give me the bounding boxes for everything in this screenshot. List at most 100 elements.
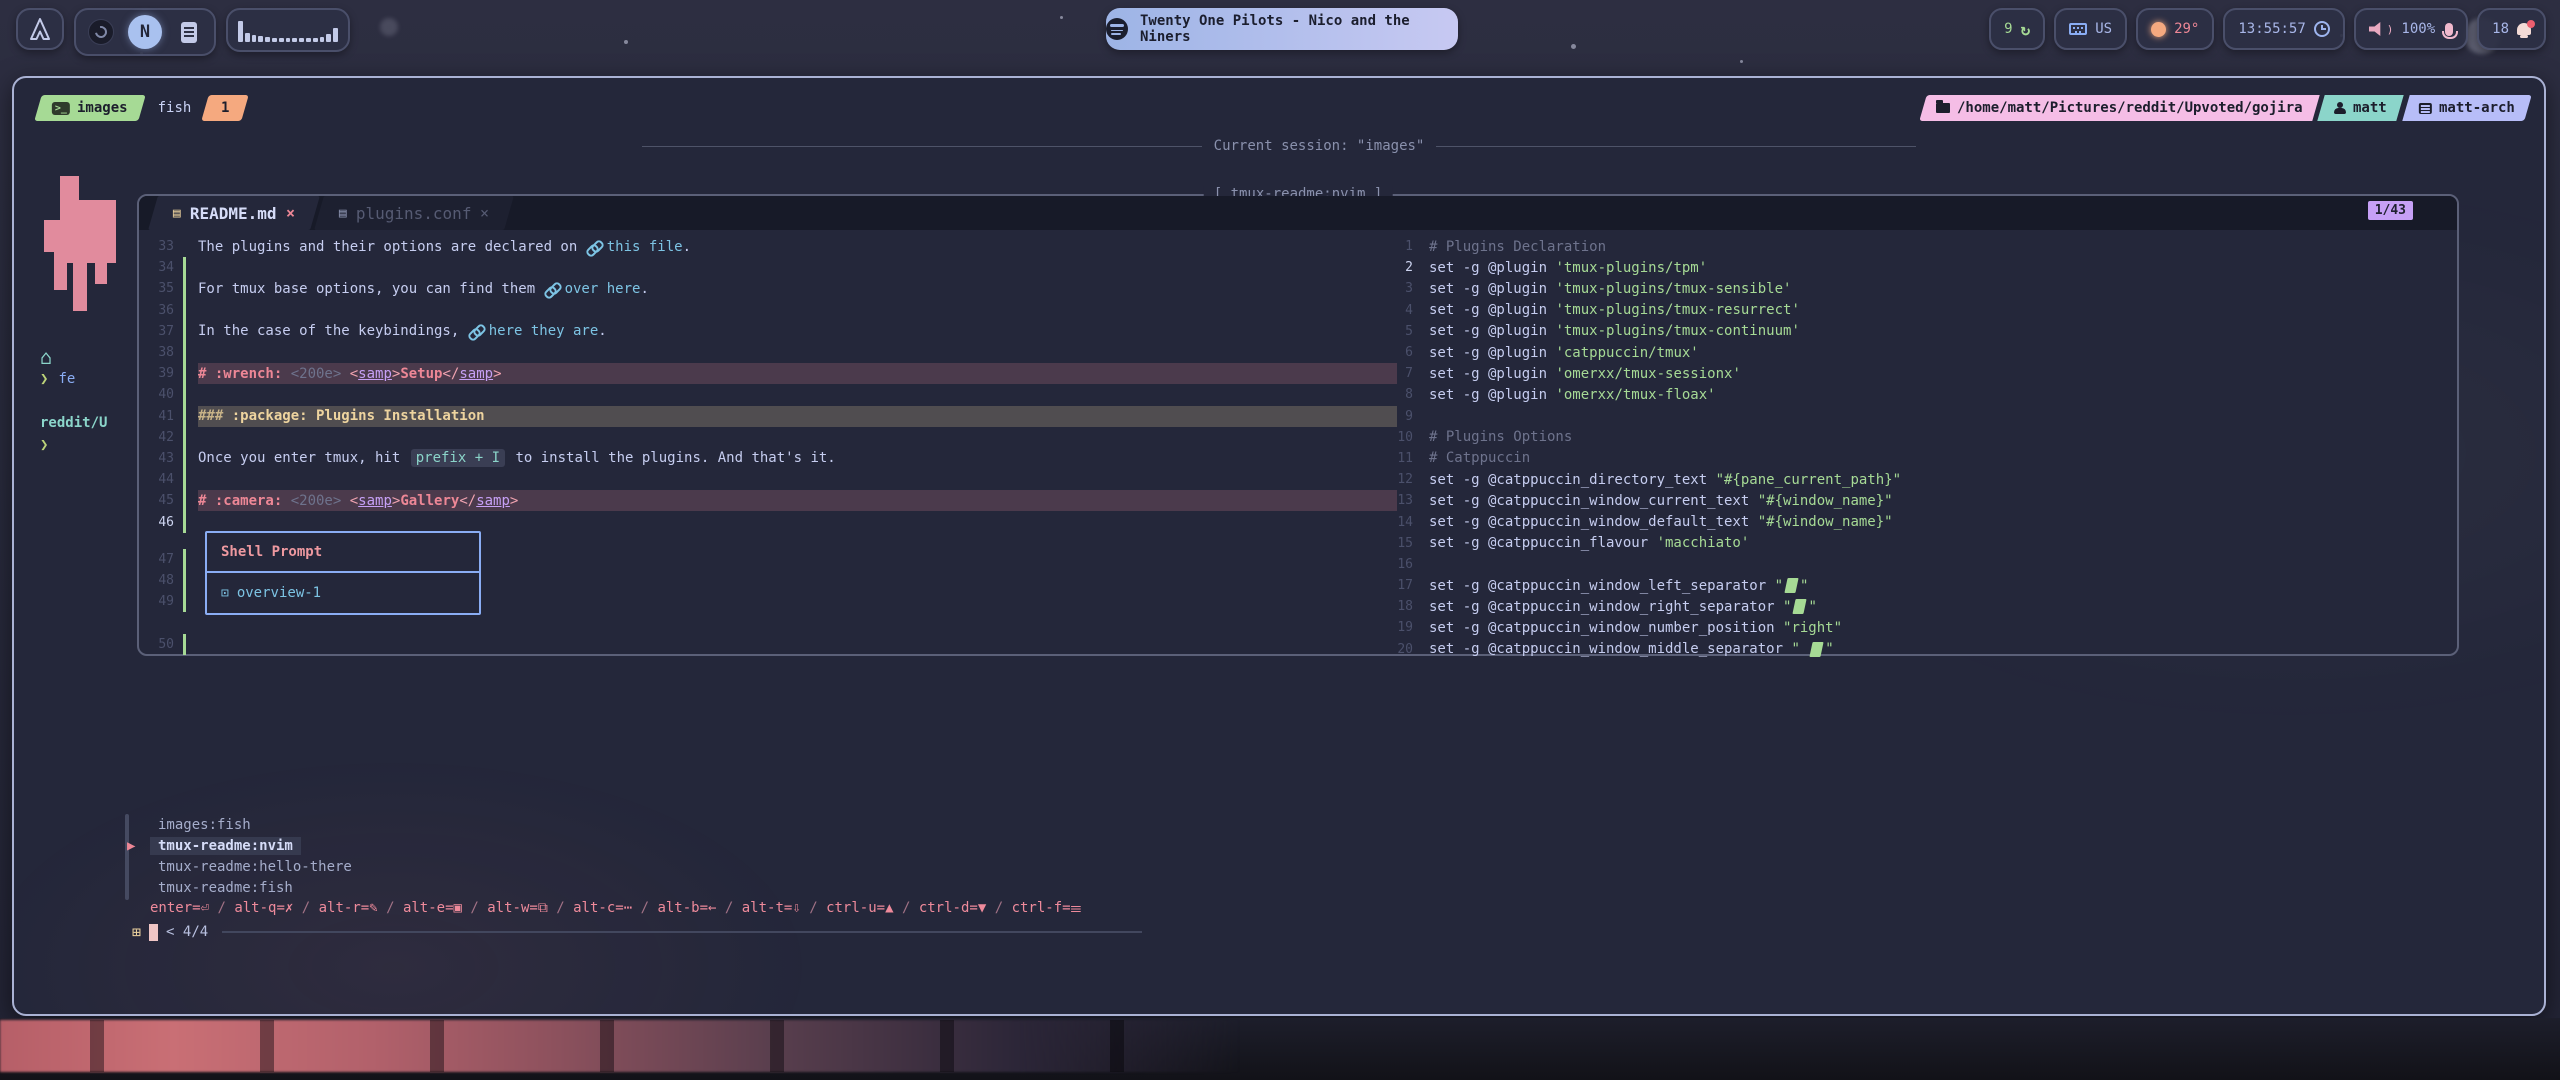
close-icon[interactable]: ×: [480, 204, 489, 222]
session-item[interactable]: ▶images:fish: [127, 814, 360, 835]
tmux-host-segment: matt-arch: [2402, 95, 2531, 121]
text-segment: set -g @plugin: [1429, 323, 1555, 339]
keybind-hint: alt-t=: [742, 900, 793, 916]
markdown-link[interactable]: here they are: [489, 323, 599, 339]
line-text: set -g @catppuccin_window_middle_separat…: [1429, 639, 2441, 660]
editor-line: 18set -g @catppuccin_window_right_separa…: [1381, 596, 2441, 617]
neovim-icon[interactable]: N: [128, 15, 162, 49]
line-number: 16: [1381, 557, 1429, 572]
git-sign: [183, 363, 186, 384]
prompt-chevron: ❯: [40, 437, 48, 453]
line-number: 1: [1381, 239, 1429, 254]
star: [1740, 60, 1743, 63]
keyboard-layout-widget[interactable]: US: [2054, 8, 2127, 50]
git-sign: [183, 406, 186, 427]
table-cell: ⊡ overview-1: [207, 573, 479, 613]
updates-count: 9: [2004, 21, 2012, 37]
tab-readme[interactable]: ▤ README.md ×: [148, 196, 319, 230]
line-text: set -g @plugin 'tmux-plugins/tpm': [1429, 257, 2441, 278]
tmux-window-index[interactable]: 1: [202, 95, 250, 121]
separator-glyph: [1784, 578, 1798, 593]
keybind-action-icon: ⇩: [792, 900, 800, 916]
text-segment: # Plugins Options: [1429, 429, 1572, 445]
shell-prompt-area[interactable]: ⌂ ❯fe reddit/U ❯: [40, 346, 107, 456]
keybind-hint: ctrl-u=: [826, 900, 885, 916]
pixel-art-sprite: [44, 176, 120, 316]
launcher-button[interactable]: [16, 8, 64, 50]
keybind-separator: /: [801, 900, 826, 916]
microphone-icon: [2445, 23, 2453, 36]
line-number: 33: [141, 239, 183, 254]
visualizer-bar: [320, 37, 325, 42]
text-segment: samp: [459, 366, 493, 382]
keybind-separator: /: [293, 900, 318, 916]
text-segment: ": [1800, 578, 1808, 594]
text-segment: # Plugins Declaration: [1429, 239, 1606, 255]
markdown-link[interactable]: this file: [607, 239, 683, 255]
line-number: 35: [141, 281, 183, 296]
document-icon[interactable]: [176, 19, 202, 45]
tab-plugins-conf[interactable]: ▤ plugins.conf ×: [314, 196, 514, 230]
line-number: 38: [141, 345, 183, 360]
line-number: 41: [141, 409, 183, 424]
browser-icon[interactable]: [88, 19, 114, 45]
line-text: [198, 511, 1397, 532]
arch-logo-icon: [28, 18, 52, 40]
line-text: # :camera: <200e> <samp>Gallery</samp>: [198, 490, 1397, 511]
home-icon: ⌂: [40, 346, 107, 368]
text-segment: .: [640, 281, 648, 297]
git-sign: [183, 570, 186, 591]
session-item[interactable]: ▶tmux-readme:hello-there: [127, 856, 360, 877]
star: [1571, 44, 1576, 49]
star: [1060, 16, 1063, 19]
git-sign: [183, 236, 186, 257]
line-text: [1429, 406, 2441, 427]
line-text: set -g @catppuccin_window_left_separator…: [1429, 575, 2441, 596]
text-segment: samp: [358, 366, 392, 382]
git-sign: [183, 469, 186, 490]
line-text: # Plugins Declaration: [1429, 236, 2441, 257]
keybind-action-icon: ✎: [369, 900, 377, 916]
text-segment: <200e>: [291, 493, 350, 509]
now-playing-widget[interactable]: Twenty One Pilots - Nico and the Niners: [1106, 8, 1458, 50]
text-segment: 'tmux-plugins/tmux-resurrect': [1555, 302, 1799, 318]
clock-time: 13:55:57: [2238, 21, 2305, 37]
editor-line: 12set -g @catppuccin_directory_text "#{p…: [1381, 469, 2441, 490]
clock-widget[interactable]: 13:55:57: [2223, 8, 2344, 50]
line-number: 10: [1381, 430, 1429, 445]
line-number: 47: [141, 552, 183, 567]
picker-input-line[interactable]: ⊞ < 4/4: [132, 923, 1142, 941]
editor-line: 19set -g @catppuccin_window_number_posit…: [1381, 617, 2441, 638]
weather-widget[interactable]: 29°: [2136, 8, 2214, 50]
audio-widget[interactable]: ) 100%: [2354, 8, 2468, 50]
line-text: set -g @plugin 'omerxx/tmux-floax': [1429, 384, 2441, 405]
terminal-window: >_ images fish 1 /home/matt/Pictures/red…: [12, 76, 2546, 1016]
session-item[interactable]: ▶tmux-readme:fish: [127, 878, 360, 899]
keybind-action-icon: ▼: [978, 900, 986, 916]
tmux-window-name[interactable]: fish: [158, 100, 192, 116]
editor-line: 20set -g @catppuccin_window_middle_separ…: [1381, 639, 2441, 660]
session-item[interactable]: ▶tmux-readme:nvim: [127, 835, 360, 856]
keybind-separator: /: [716, 900, 741, 916]
link-icon: [468, 324, 485, 338]
line-number: 46: [141, 515, 183, 530]
line-text: set -g @catppuccin_window_number_positio…: [1429, 617, 2441, 638]
line-number: 4: [1381, 303, 1429, 318]
notifications-widget[interactable]: 18: [2477, 8, 2546, 50]
line-number: 14: [1381, 515, 1429, 530]
link-icon: [586, 240, 603, 254]
markdown-link[interactable]: over here: [565, 281, 641, 297]
line-text: [198, 634, 1397, 655]
session-label: tmux-readme:hello-there: [150, 858, 360, 876]
plugins-editor-pane[interactable]: 1# Plugins Declaration2set -g @plugin 't…: [1381, 236, 2441, 660]
editor-line: 40: [141, 384, 1397, 405]
line-number: 7: [1381, 366, 1429, 381]
close-icon[interactable]: ×: [286, 204, 295, 222]
visualizer-bar: [258, 36, 263, 42]
text-segment: # :camera:: [198, 493, 291, 509]
planet-orb: [380, 18, 398, 36]
updates-widget[interactable]: 9 ↻: [1989, 8, 2045, 50]
text-segment: 'tmux-plugins/tmux-sensible': [1555, 281, 1791, 297]
tmux-session-tab[interactable]: >_ images: [34, 95, 145, 121]
tmux-session-name: images: [77, 100, 128, 116]
